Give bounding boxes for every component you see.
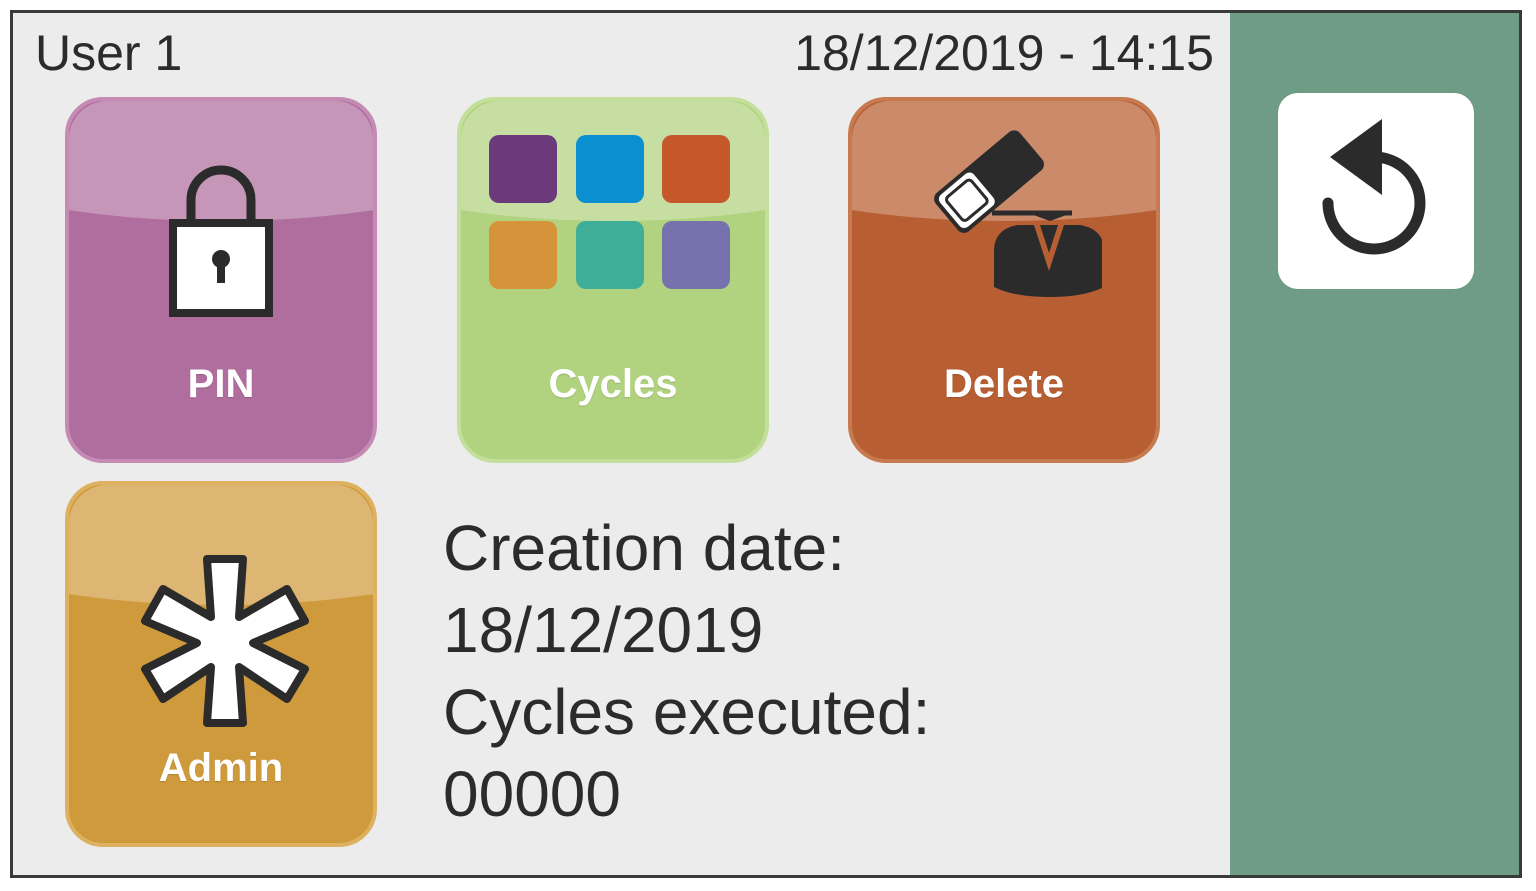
- admin-button[interactable]: Admin: [65, 481, 377, 847]
- lock-icon: [169, 165, 273, 317]
- cycles-label: Cycles: [548, 362, 678, 406]
- cycles-button[interactable]: Cycles: [457, 97, 769, 463]
- delete-label: Delete: [943, 362, 1065, 406]
- cycle-swatch: [576, 135, 644, 203]
- device-screen: User 1 18/12/2019 - 14:15 PIN Cycles Del…: [10, 10, 1522, 878]
- cycle-swatch: [489, 135, 557, 203]
- cycle-swatch: [662, 221, 730, 289]
- back-arrow-icon: [1322, 119, 1426, 255]
- delete-button[interactable]: Delete: [848, 97, 1160, 463]
- side-panel: [1230, 13, 1519, 875]
- pin-button[interactable]: PIN: [65, 97, 377, 463]
- pin-label: PIN: [187, 362, 255, 406]
- cycles-executed-label: Cycles executed:: [443, 676, 931, 748]
- main-area: User 1 18/12/2019 - 14:15 PIN Cycles Del…: [13, 13, 1230, 875]
- creation-date-label: Creation date:: [443, 512, 846, 584]
- date-time: 18/12/2019 - 14:15: [794, 25, 1214, 81]
- cycle-swatch: [576, 221, 644, 289]
- cycle-swatch: [489, 221, 557, 289]
- back-button[interactable]: [1278, 93, 1474, 289]
- user-name: User 1: [35, 25, 183, 81]
- cycle-swatch: [662, 135, 730, 203]
- cycles-executed-value: 00000: [443, 758, 621, 830]
- creation-date-value: 18/12/2019: [443, 594, 764, 666]
- eraser-user-icon: [934, 130, 1102, 297]
- admin-label: Admin: [158, 746, 284, 790]
- user-info: Creation date: 18/12/2019 Cycles execute…: [443, 507, 930, 835]
- asterisk-icon: [141, 555, 309, 727]
